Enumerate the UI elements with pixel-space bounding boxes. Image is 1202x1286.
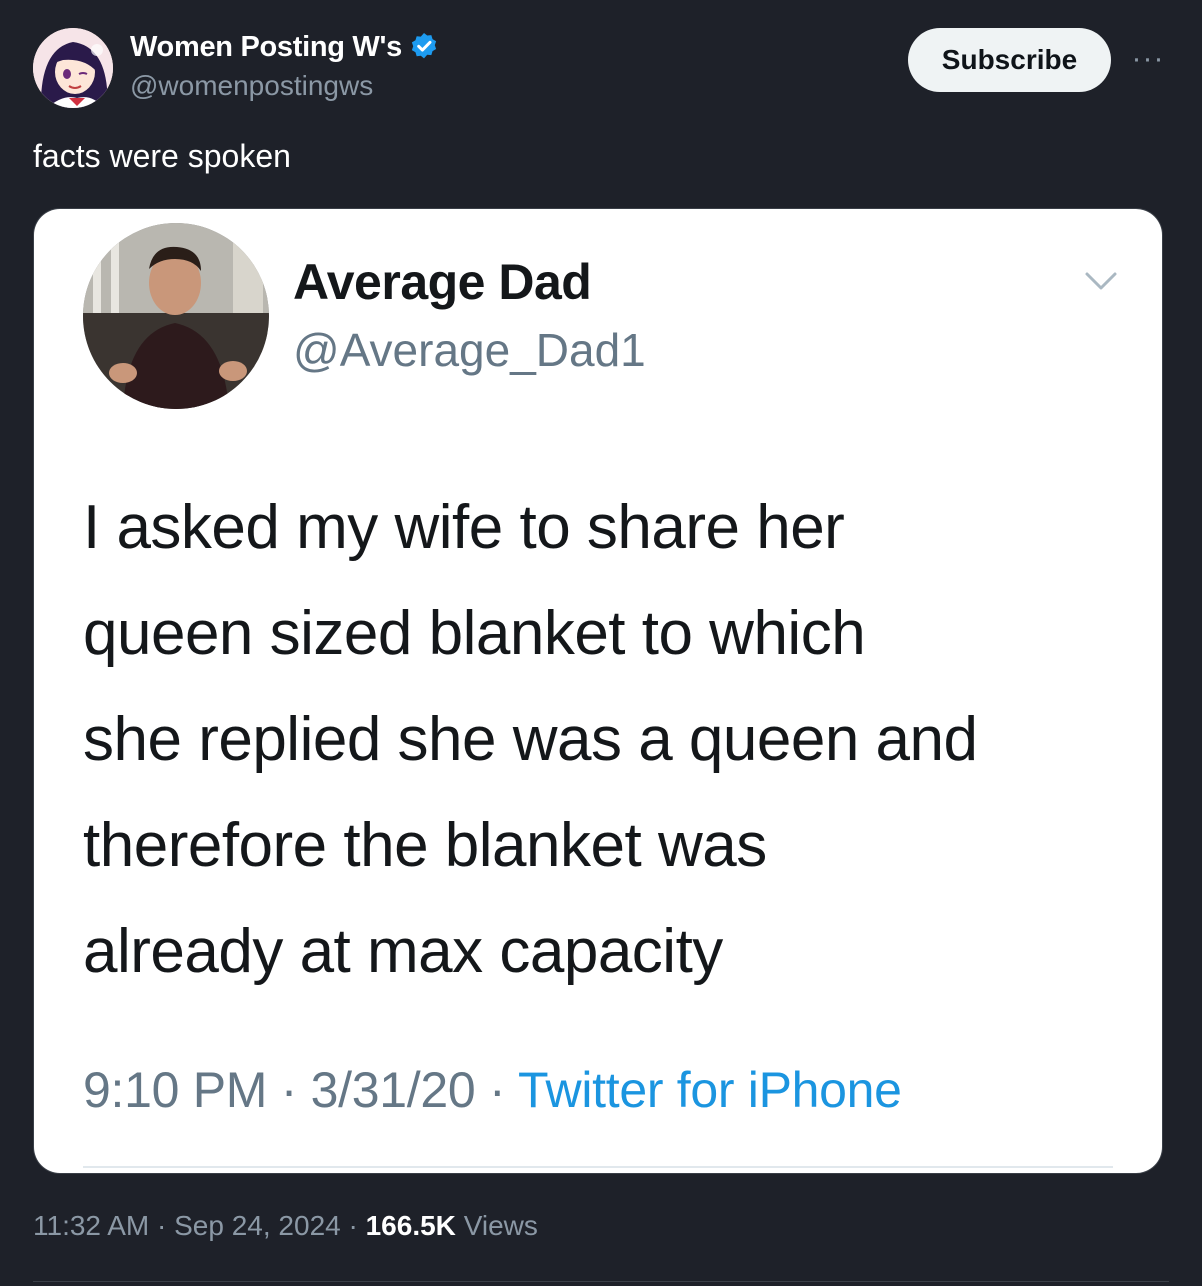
embedded-tweet-image[interactable]: Average Dad @Average_Dad1 I asked my wif… xyxy=(34,209,1162,1173)
post-text: facts were spoken xyxy=(33,138,291,174)
embedded-date: 3/31/20 xyxy=(310,1062,476,1118)
bottom-divider xyxy=(33,1281,1169,1282)
embedded-divider xyxy=(83,1166,1113,1168)
embedded-author-name: Average Dad xyxy=(293,254,592,310)
embedded-tweet-text: I asked my wife to share her queen sized… xyxy=(83,475,1143,1005)
meta-separator: · xyxy=(475,1062,519,1118)
embedded-source: Twitter for iPhone xyxy=(518,1062,902,1118)
embedded-text-line: therefore the blanket was xyxy=(83,811,767,880)
post-date[interactable]: Sep 24, 2024 xyxy=(174,1210,341,1241)
embedded-text-line: she replied she was a queen and xyxy=(83,705,978,774)
verified-badge-icon xyxy=(408,31,440,63)
meta-separator: · xyxy=(267,1062,311,1118)
author-name[interactable]: Women Posting W's xyxy=(130,31,402,64)
chevron-down-icon xyxy=(1085,272,1117,290)
embedded-tweet-meta: 9:10 PM · 3/31/20 · Twitter for iPhone xyxy=(83,1061,902,1119)
post-meta: 11:32 AM · Sep 24, 2024 · 166.5K Views xyxy=(33,1210,538,1242)
views-label: Views xyxy=(463,1210,538,1241)
post-time[interactable]: 11:32 AM xyxy=(33,1210,149,1241)
embedded-author-handle: @Average_Dad1 xyxy=(293,324,646,376)
author-name-row: Women Posting W's xyxy=(130,28,440,66)
subscribe-button[interactable]: Subscribe xyxy=(908,28,1111,92)
views-count[interactable]: 166.5K xyxy=(366,1210,456,1241)
embedded-text-line: already at max capacity xyxy=(83,917,723,986)
embedded-text-line: I asked my wife to share her xyxy=(83,493,845,562)
author-avatar[interactable] xyxy=(33,28,113,108)
embedded-author-avatar xyxy=(83,223,269,409)
meta-separator: · xyxy=(149,1210,175,1241)
post-header: Women Posting W's @womenpostingws Subscr… xyxy=(0,0,1202,120)
meta-separator: · xyxy=(340,1210,366,1241)
author-handle[interactable]: @womenpostingws xyxy=(130,70,373,102)
embedded-time: 9:10 PM xyxy=(83,1062,268,1118)
embedded-text-line: queen sized blanket to which xyxy=(83,599,866,668)
more-icon[interactable]: ··· xyxy=(1128,42,1168,75)
